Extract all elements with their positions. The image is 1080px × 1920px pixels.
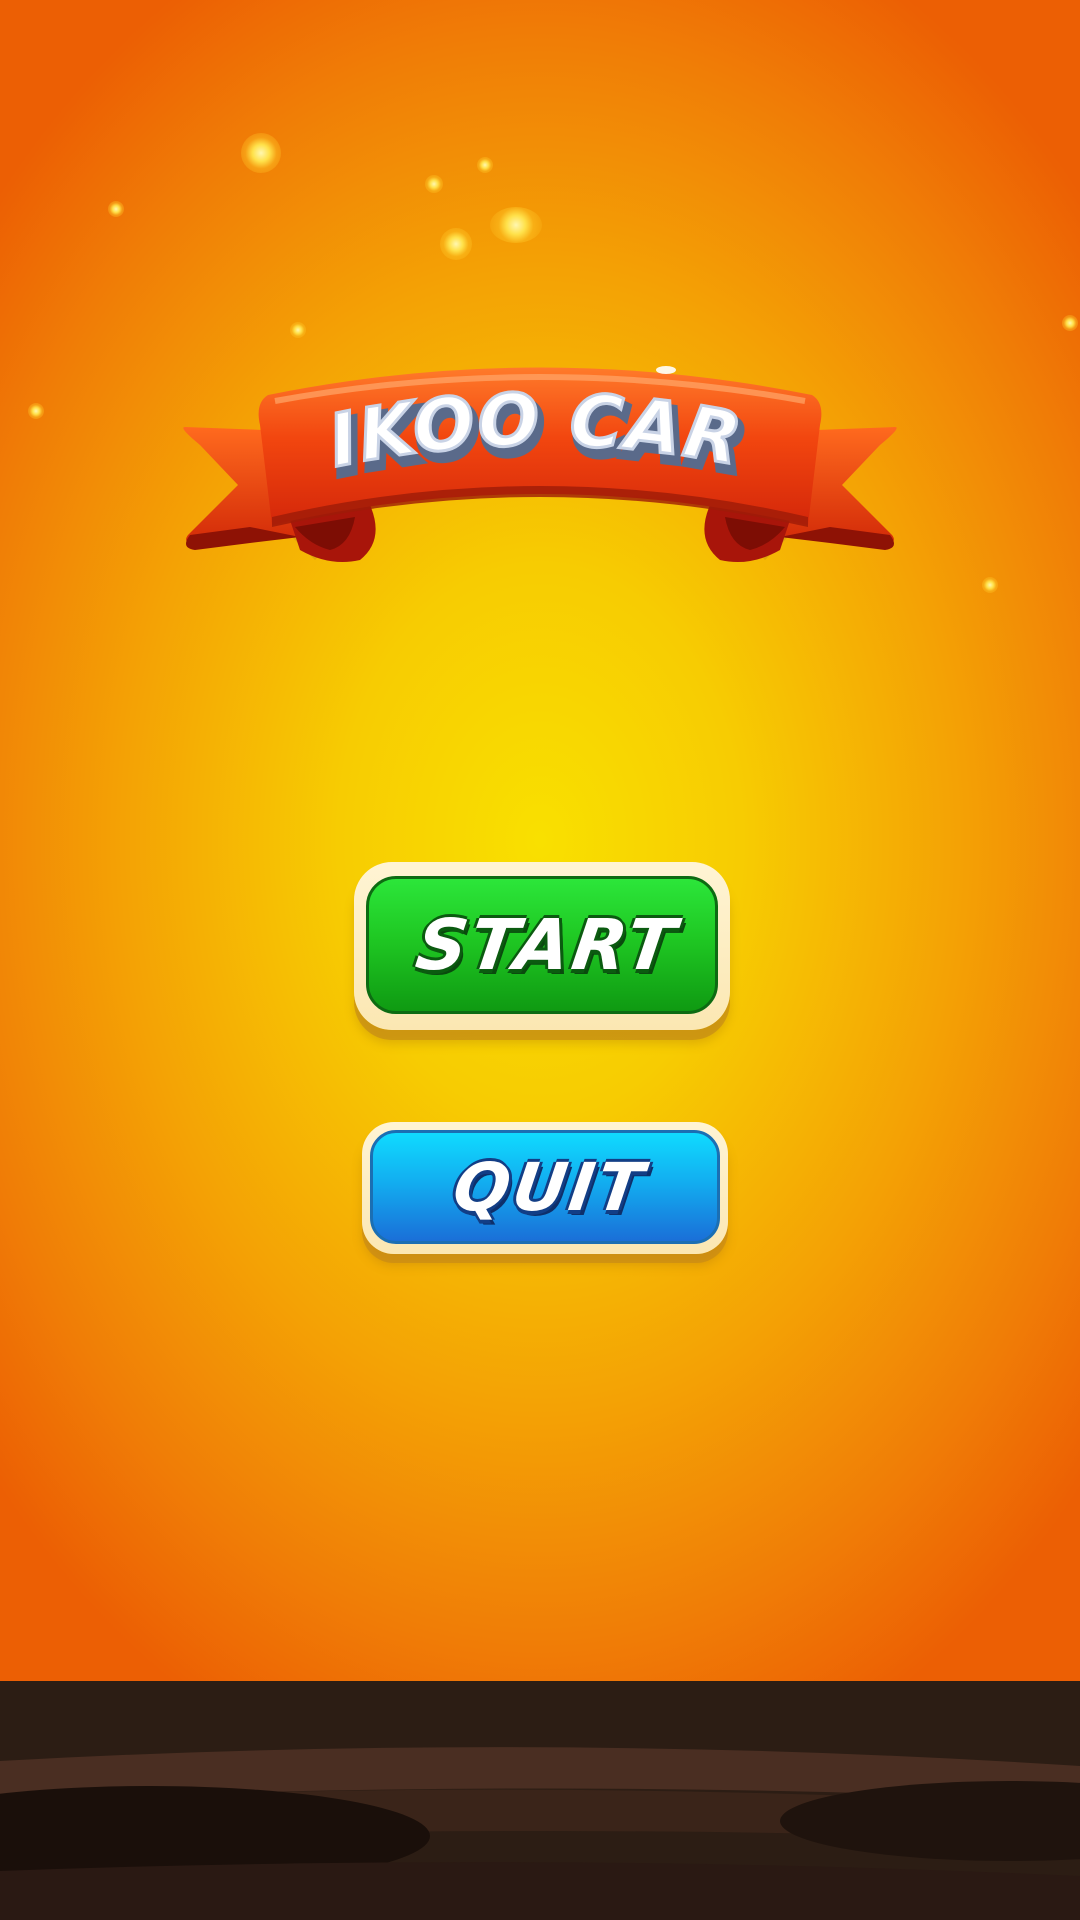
start-button-face[interactable]: START xyxy=(366,876,718,1014)
sparkle xyxy=(982,577,998,593)
game-title: SIKOO CARD xyxy=(180,345,749,485)
sparkle xyxy=(477,157,493,173)
sparkle xyxy=(28,403,44,419)
svg-text:SIKOO CARD: SIKOO CARD xyxy=(180,345,749,483)
sparkle xyxy=(290,322,306,338)
sparkle xyxy=(241,133,281,173)
sparkle xyxy=(425,175,443,193)
sparkle xyxy=(108,201,124,217)
ground-strip xyxy=(0,1681,1080,1920)
sparkle xyxy=(490,207,542,243)
start-button-label: START xyxy=(411,904,683,986)
quit-button-face[interactable]: QUIT xyxy=(370,1130,720,1244)
quit-button[interactable]: QUIT xyxy=(362,1122,728,1254)
sparkle xyxy=(440,228,472,260)
quit-button-label: QUIT xyxy=(448,1148,652,1226)
banner-title-svg: SIKOO CARD SIKOO CARD xyxy=(180,345,755,495)
start-button[interactable]: START xyxy=(354,862,730,1030)
ground-hills-icon xyxy=(0,1681,1080,1920)
sparkle xyxy=(1062,315,1078,331)
title-banner: SIKOO CARD SIKOO CARD xyxy=(180,345,900,575)
